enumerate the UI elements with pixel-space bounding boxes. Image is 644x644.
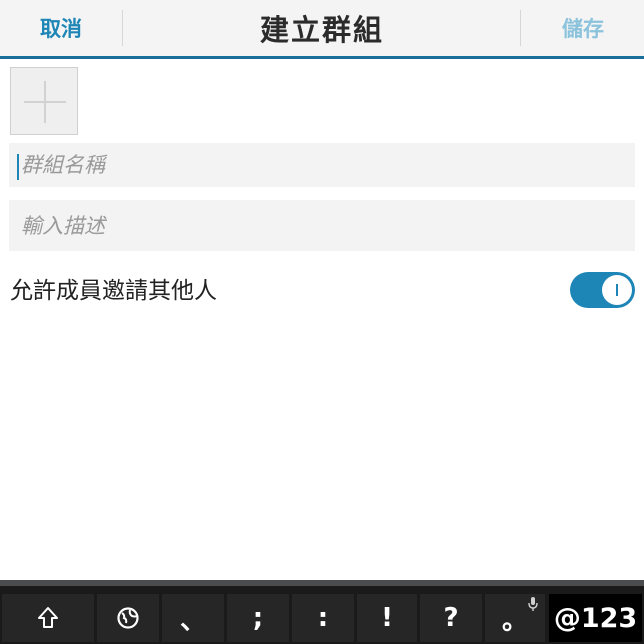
shift-key[interactable] xyxy=(2,594,94,642)
key-question[interactable]: ? xyxy=(420,594,482,642)
key-semicolon[interactable]: ; xyxy=(227,594,289,642)
create-group-screen: 取消 建立群組 儲存 允許成員邀請其他人 、 xyxy=(0,0,644,644)
globe-icon xyxy=(117,607,139,629)
shift-icon xyxy=(38,607,58,628)
key-colon[interactable]: : xyxy=(292,594,354,642)
save-button[interactable]: 儲存 xyxy=(522,0,644,56)
header-bar: 取消 建立群組 儲存 xyxy=(0,0,644,59)
globe-key[interactable] xyxy=(97,594,159,642)
microphone-icon xyxy=(528,597,538,611)
text-cursor xyxy=(17,154,19,180)
add-photo-button[interactable] xyxy=(10,67,78,135)
allow-invite-toggle[interactable] xyxy=(570,272,635,308)
key-period[interactable]: 。 xyxy=(485,594,545,642)
header-divider xyxy=(122,10,123,46)
symbols-key[interactable]: @123 xyxy=(549,594,642,642)
allow-invite-label: 允許成員邀請其他人 xyxy=(10,278,217,304)
cancel-button[interactable]: 取消 xyxy=(0,0,122,56)
toggle-knob xyxy=(602,275,632,305)
group-name-input[interactable] xyxy=(9,143,635,187)
header-divider xyxy=(520,10,521,46)
virtual-keyboard: 、 ; : ! ? 。 @123 xyxy=(0,580,644,644)
key-period-label: 。 xyxy=(501,605,528,636)
description-input[interactable] xyxy=(9,200,635,251)
page-title: 建立群組 xyxy=(259,13,384,47)
key-exclamation[interactable]: ! xyxy=(357,594,417,642)
key-enumeration-comma[interactable]: 、 xyxy=(162,594,224,642)
plus-icon xyxy=(24,81,66,123)
